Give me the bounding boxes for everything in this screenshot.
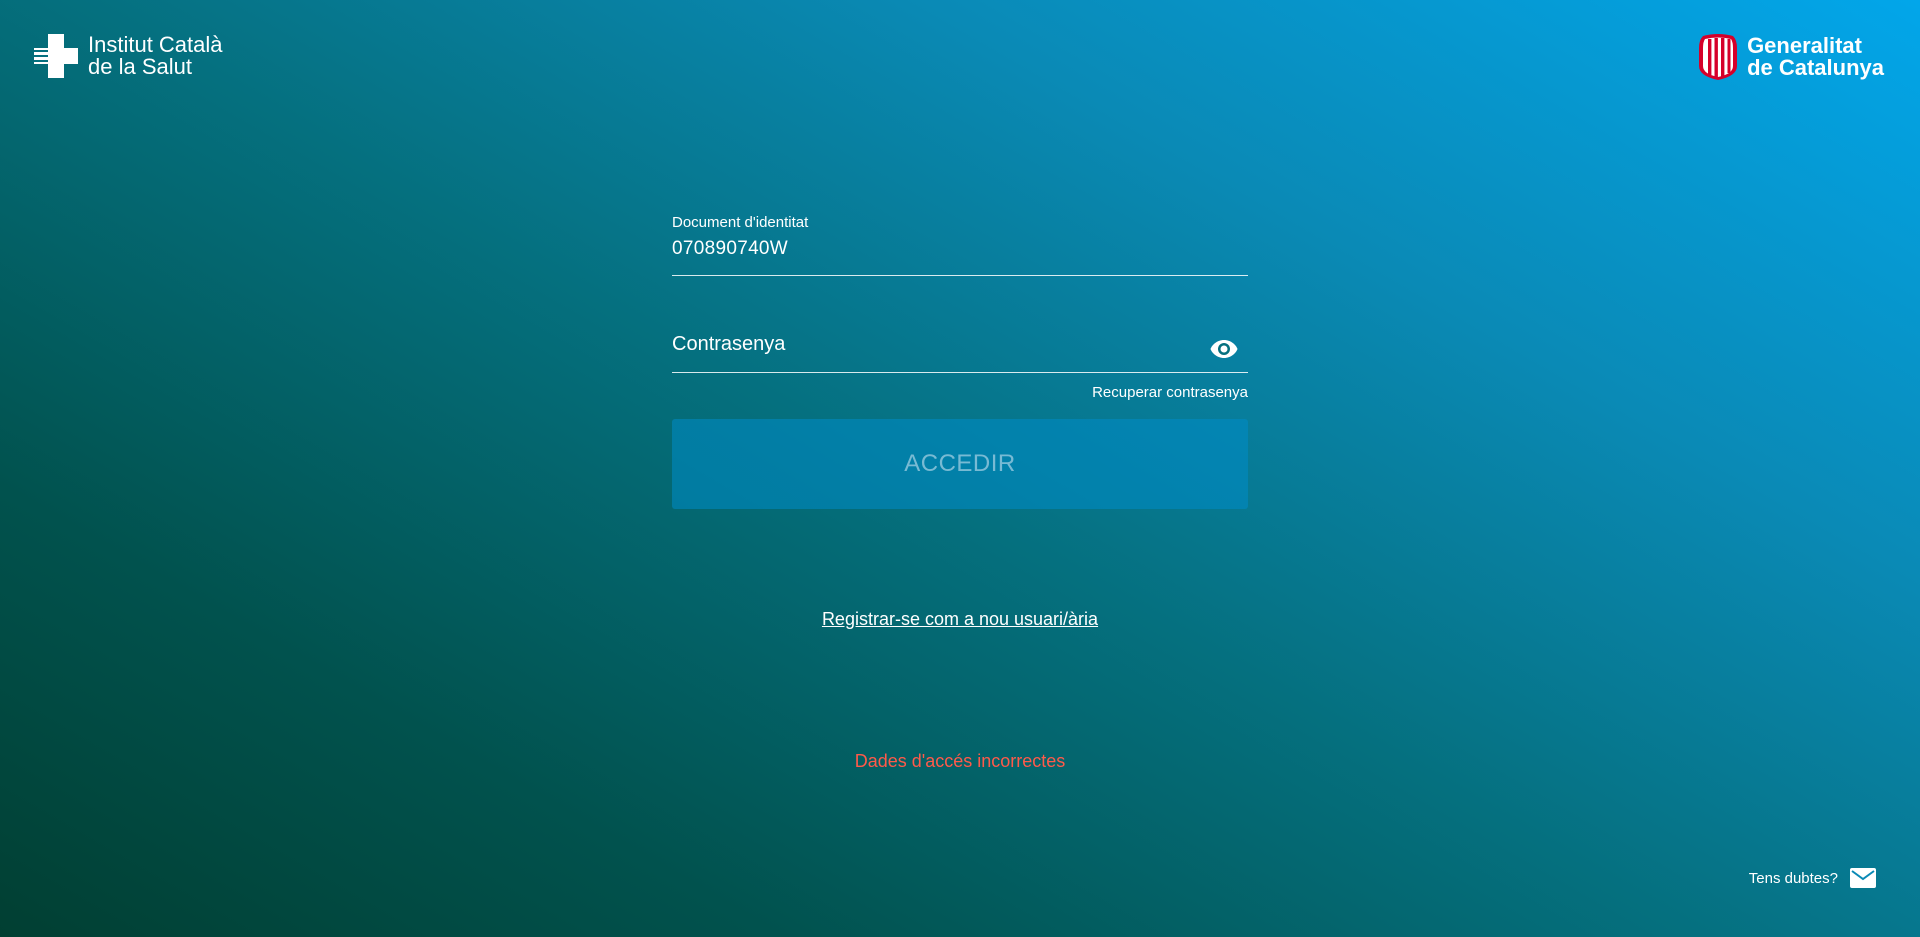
login-form: Document d'identitat 070890740W Contrase… — [672, 212, 1248, 509]
ics-logo-text: Institut Català de la Salut — [88, 34, 223, 78]
recover-password-link[interactable]: Recuperar contrasenya — [672, 384, 1248, 401]
generalitat-logo-text: Generalitat de Catalunya — [1747, 35, 1884, 79]
help-contact[interactable]: Tens dubtes? — [1749, 868, 1876, 888]
senyera-shield-icon — [1699, 34, 1738, 80]
password-input[interactable]: Contrasenya — [672, 333, 785, 356]
eye-icon[interactable] — [1210, 339, 1238, 359]
ics-cross-icon — [34, 34, 78, 78]
register-link[interactable]: Registrar-se com a nou usuari/ària — [0, 609, 1920, 630]
ics-logo: Institut Català de la Salut — [34, 34, 223, 78]
mail-icon[interactable] — [1850, 868, 1876, 888]
ics-logo-line1: Institut Català — [88, 32, 223, 57]
password-field[interactable]: Contrasenya — [672, 309, 1248, 373]
generalitat-logo-line1: Generalitat — [1747, 33, 1862, 58]
document-label: Document d'identitat — [672, 214, 809, 231]
generalitat-logo: Generalitat de Catalunya — [1699, 34, 1884, 80]
document-input[interactable]: 070890740W — [672, 238, 788, 260]
help-label: Tens dubtes? — [1748, 869, 1838, 887]
ics-logo-line2: de la Salut — [88, 54, 192, 79]
error-message: Dades d'accés incorrectes — [854, 751, 1066, 771]
generalitat-logo-line2: de Catalunya — [1747, 55, 1884, 80]
document-field[interactable]: Document d'identitat 070890740W — [672, 212, 1248, 276]
submit-button[interactable]: ACCEDIR — [672, 419, 1248, 509]
